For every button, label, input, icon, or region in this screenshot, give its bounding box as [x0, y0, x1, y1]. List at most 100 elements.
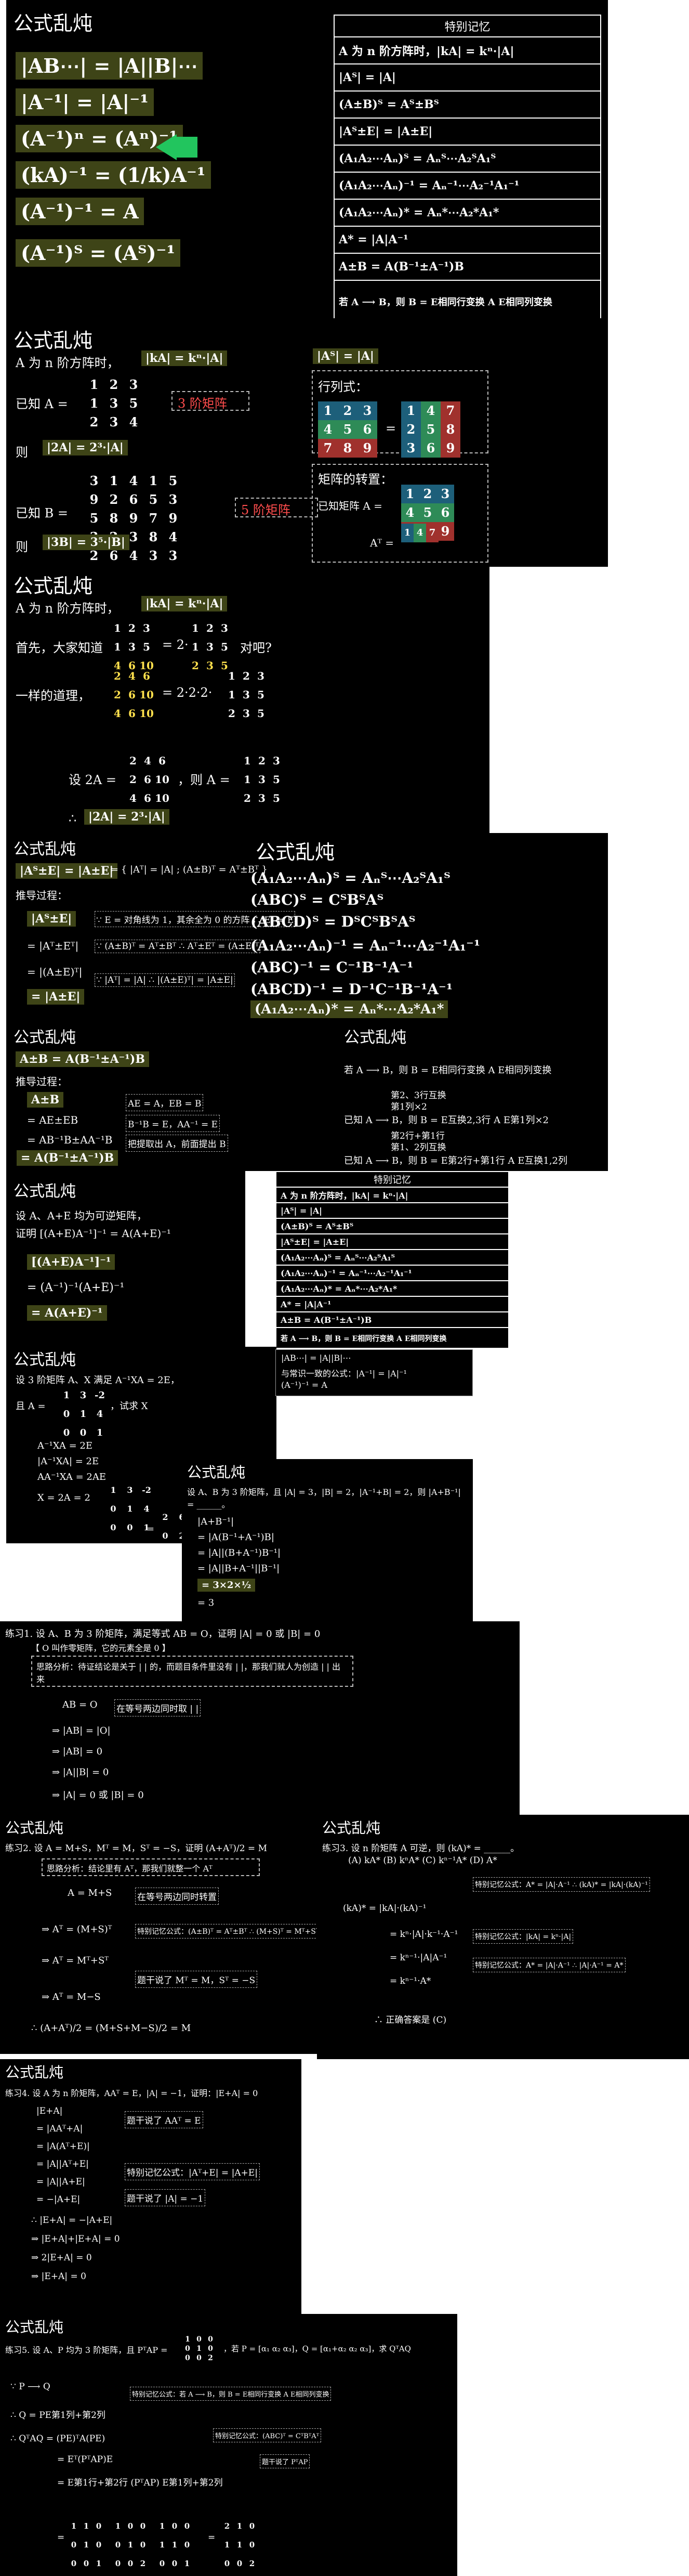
matrix-a: 123 135 234 [89, 377, 138, 430]
result-box: |2A| = 2³·|A| [84, 809, 169, 825]
det-transpose-box: |Aᵀ| = |A| [313, 348, 378, 364]
first-known: 首先，大家知道 [16, 641, 103, 655]
let-2a: 设 2A = [69, 773, 116, 787]
memo-row: A 为 n 阶方阵时，|kA| = kⁿ·|A| [275, 1187, 509, 1203]
step: = |A||(B+A⁻¹)B⁻¹| [197, 1547, 281, 1558]
memo-row: (A₁A₂⋯Aₙ)ᵀ = Aₙᵀ⋯A₂ᵀA₁ᵀ [275, 1249, 509, 1266]
step: = |A(Aᵀ+E)| [36, 2141, 90, 2152]
step: = |A||Aᵀ+E| [36, 2159, 89, 2169]
step-note: 特别记忆公式：|Aᵀ+E| = |A+E| [125, 2163, 260, 2180]
panel-exercise-4: 公式乱炖 练习4. 设 A 为 n 阶矩阵，AAᵀ = E，|A| = −1，证… [0, 2059, 301, 2314]
elementary-op-rule: 若 A ⟶ B，则 B = E相同行变换 A E相同列变换 [344, 1065, 552, 1076]
question: 练习3. 设 n 阶矩阵 A 可逆，则 (kA)* = ______。 [322, 1843, 520, 1854]
known-b-label: 已知 B = [16, 506, 69, 521]
section-title: 公式乱炖 [14, 329, 93, 352]
formula-box: A±B = A(B⁻¹±A⁻¹)B [16, 1051, 149, 1067]
proof-note: 把提取出 A，前面提出 B [126, 1135, 228, 1152]
formula-inverse-transpose: (A⁻¹)ᵀ = (Aᵀ)⁻¹ [16, 239, 181, 267]
equals-sign: = [147, 1524, 155, 1534]
formula-double-inverse: (A⁻¹)⁻¹ = A [16, 198, 144, 225]
step-note: 特别记忆公式：A* = |A|·A⁻¹ ∴ (kA)* = |kA|·(kA)⁻… [473, 1877, 650, 1892]
then-label: 则 [16, 540, 28, 554]
op-label: 第1列×2 [391, 1102, 427, 1112]
step: = |A(B⁻¹+A⁻¹)B| [197, 1532, 274, 1543]
result-box: |2A| = 2³·|A| [43, 440, 128, 456]
elim-matrix-2: 100 110 001 [159, 2521, 190, 2568]
chain-equals: = 2·2·2· [162, 685, 213, 700]
colored-matrix-transposed: 147 258 369 [401, 401, 460, 458]
memo-row: (A±B)ᵀ = Aᵀ±Bᵀ [334, 90, 601, 119]
prove: 证明 [(A+E)A⁻¹]⁻¹ = A(A+E)⁻¹ [16, 1227, 171, 1240]
conclusion: ∴ (A+Aᵀ)/2 = (M+S+M−S)/2 = M [31, 2023, 191, 2034]
transpose-title: 矩阵的转置： [318, 472, 393, 487]
section-title: 公式乱炖 [5, 2319, 64, 2336]
equals-sign: = [208, 2532, 216, 2543]
memo-row: (A₁A₂⋯Aₙ)⁻¹ = Aₙ⁻¹⋯A₂⁻¹A₁⁻¹ [334, 172, 601, 200]
step: A⁻¹XA = 2E [37, 1440, 93, 1451]
panel-sum-decomposition: 公式乱炖 A±B = A(B⁻¹±A⁻¹)B 推导过程： A±B = AE±EB… [6, 1021, 608, 1171]
green-arrow-icon [156, 134, 197, 160]
memo-row: (A₁A₂⋯Aₙ)⁻¹ = Aₙ⁻¹⋯A₂⁻¹A₁⁻¹ [275, 1265, 509, 1281]
step: = E第1行+第2行 (PᵀAP) E第1列+第2列 [57, 2478, 223, 2488]
memo-line: 与常识一致的公式：|A⁻¹| = |A|⁻¹ [281, 1369, 407, 1378]
panel-scalar-det-proof: 公式乱炖 A 为 n 阶方阵时， |kA| = kⁿ·|A| 首先，大家知道 1… [6, 567, 489, 833]
memo-row: A 为 n 阶方阵时，|kA| = kⁿ·|A| [334, 36, 601, 64]
memo-row: (A₁A₂⋯Aₙ)* = Aₙ*⋯A₂*A₁* [275, 1280, 509, 1297]
options: (A) kA* (B) kⁿA* (C) kⁿ⁻¹A* (D) A* [348, 1855, 497, 1866]
known-a-label: 已知 A = [16, 397, 68, 411]
step: ⇒ Aᵀ = M−S [42, 1992, 101, 2002]
memo-header: 特别记忆 [334, 15, 601, 37]
proof-step: = A(B⁻¹±A⁻¹)B [17, 1150, 118, 1166]
matrix-a: 123135235 [244, 754, 280, 804]
diag-matrix: 100 010 002 [185, 2335, 213, 2362]
step: = kⁿ⁻¹·A* [390, 1976, 431, 1986]
proof-step: |Aᵀ±E| [27, 911, 76, 927]
step: ⇒ Aᵀ = (M+S)ᵀ [42, 1924, 112, 1935]
same-reasoning: 一样的道理， [16, 688, 90, 703]
proof-note: ∵ |Aᵀ| = |A| ∴ |(A±E)ᵀ| = |A±E| [95, 973, 235, 987]
memo-row: |Aᵀ±E| = |A±E| [334, 118, 601, 146]
proof-step: [(A+E)A⁻¹]⁻¹ [27, 1254, 115, 1270]
memo-line: (A⁻¹)⁻¹ = A [281, 1380, 327, 1390]
memo-row: A±B = A(B⁻¹±A⁻¹)B [334, 253, 601, 281]
step: AB = O [62, 1699, 98, 1710]
right-formula: (A₁A₂⋯Aₙ)⁻¹ = Aₙ⁻¹⋯A₂⁻¹A₁⁻¹ [250, 937, 481, 954]
analysis: 思路分析：待证结论是关于 | | 的，而题目条件里没有 | |，那我们就人为创造… [36, 1662, 341, 1684]
memo-row: A±B = A(B⁻¹±A⁻¹)B [275, 1311, 509, 1328]
panel-formula-summary: 公式乱炖 |AB⋯| = |A||B|⋯ |A⁻¹| = |A|⁻¹ (A⁻¹)… [6, 0, 608, 318]
memo-row: |Aᵀ| = |A| [334, 63, 601, 92]
question: 练习1. 设 A、B 为 3 阶矩阵，满足等式 AB = O，证明 |A| = … [5, 1629, 321, 1640]
step-note: 特别记忆公式：(A±B)ᵀ = Aᵀ±Bᵀ ∴ (M+S)ᵀ = Mᵀ+Sᵀ [135, 1924, 317, 1938]
panel-exercise-3: 公式乱炖 练习3. 设 n 阶矩阵 A 可逆，则 (kA)* = ______。… [317, 1815, 689, 2059]
formula-det-inverse: |A⁻¹| = |A|⁻¹ [16, 88, 154, 116]
given: 设 3 阶矩阵 A、X 满足 A⁻¹XA = 2E， [16, 1375, 180, 1386]
result-box: |3B| = 3⁵·|B| [43, 535, 129, 550]
memo-row: (A₁A₂⋯Aₙ)* = Aₙ*⋯A₂*A₁* [334, 199, 601, 227]
right-formula: (A₁A₂⋯Aₙ)ᵀ = Aₙᵀ⋯A₂ᵀA₁ᵀ [250, 869, 451, 887]
step-note: 特别记忆公式：A* = |A|·A⁻¹ ∴ |A|·A⁻¹ = A* [473, 1958, 626, 1972]
step-note: 题干说了 PᵀAP [260, 2454, 310, 2468]
op-example: 已知 A ⟶ B，则 B = E第2行+第1行 A E互换1,2列 [344, 1155, 568, 1166]
section-title: 公式乱炖 [14, 1029, 76, 1047]
step: ⇒ |E+A|+|E+A| = 0 [31, 2234, 120, 2244]
proof-step: = (A⁻¹)⁻¹(A+E)⁻¹ [27, 1281, 125, 1294]
therefore: ∴ [69, 811, 77, 826]
right-formula: (ABC)ᵀ = CᵀBᵀAᵀ [250, 891, 384, 908]
question-cont: ，若 P = [α₁ α₂ α₃]，Q = [α₁+α₂ α₂ α₃]，求 Qᵀ… [223, 2344, 411, 2353]
step: X = 2A = 2 [37, 1492, 90, 1503]
given: 设 A、A+E 均为可逆矩阵， [16, 1209, 147, 1222]
proof-step: = A(A+E)⁻¹ [27, 1305, 107, 1321]
proof-note: AE = A，EB = B [126, 1094, 204, 1111]
panel-scalar-det: 公式乱炖 A 为 n 阶方阵时， |kA| = kⁿ·|A| 已知 A = 12… [6, 318, 608, 567]
step: = −|A+E| [36, 2194, 81, 2205]
memo-row: A* = |A|A⁻¹ [334, 226, 601, 254]
step-note: 特别记忆公式：|kA| = kⁿ·|A| [473, 1929, 574, 1944]
step: (kA)* = |kA|·(kA)⁻¹ [343, 1903, 427, 1914]
formula-det-product: |AB⋯| = |A||B|⋯ [16, 52, 203, 80]
step-note: 在等号两边同时取 | | [114, 1699, 201, 1716]
equals-sign: = [57, 2532, 65, 2543]
section-title: 公式乱炖 [14, 575, 93, 597]
formula-box: |kA| = kⁿ·|A| [141, 350, 228, 366]
matrix-a: 1 3 -2 014 001 [63, 1390, 105, 1438]
question: 练习2. 设 A = M+S，Mᵀ = M，Sᵀ = −S，证明 (A+Aᵀ)/… [5, 1843, 267, 1854]
